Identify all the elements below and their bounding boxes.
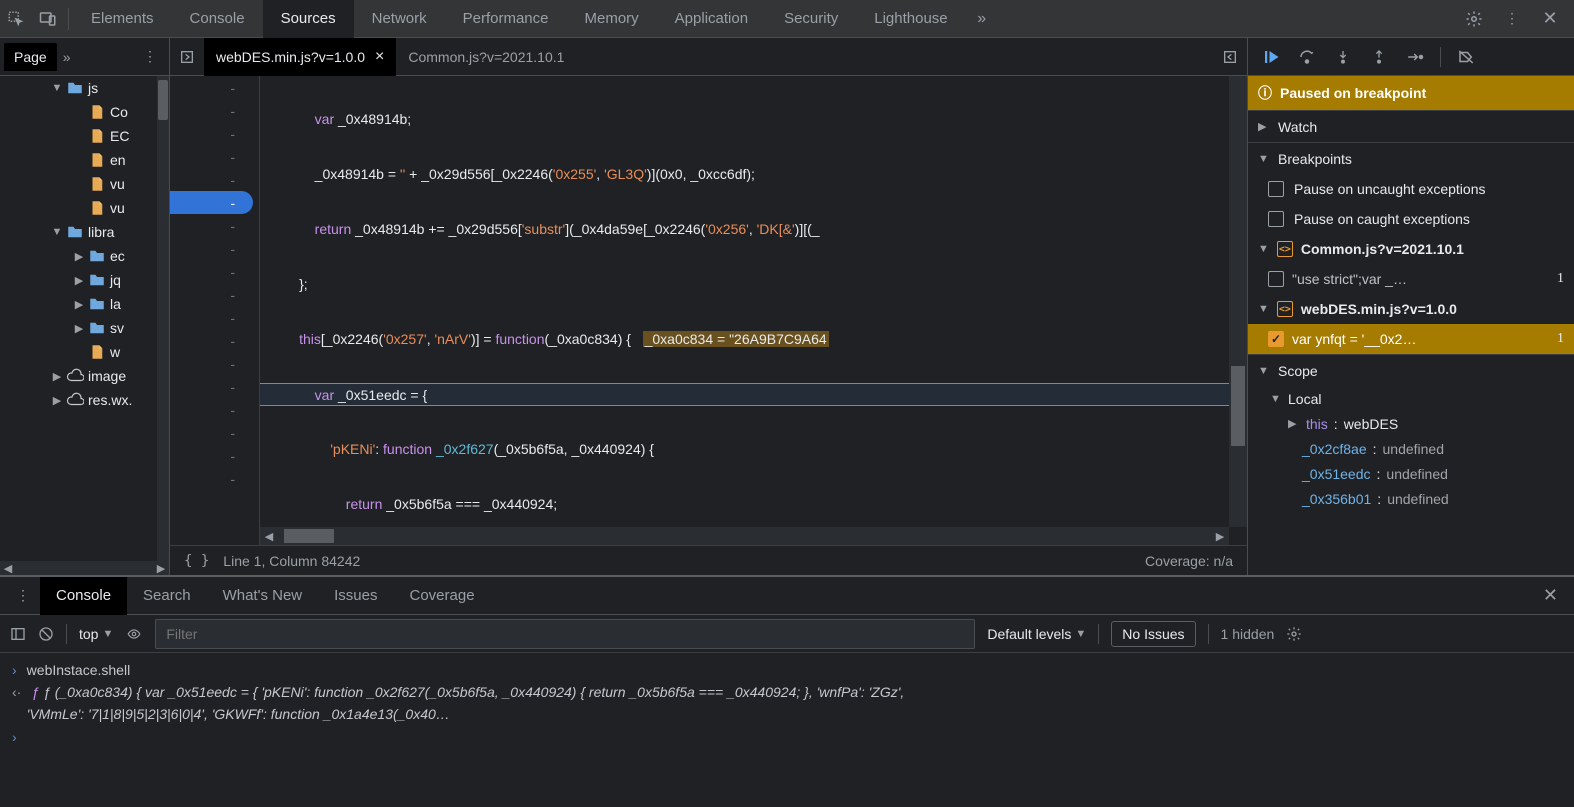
- more-tabs-icon[interactable]: »: [966, 0, 998, 38]
- scope-variable[interactable]: _0x356b01: undefined: [1248, 486, 1574, 511]
- debugger-sidebar: ⓘ Paused on breakpoint ▶Watch ▼Breakpoin…: [1248, 38, 1574, 575]
- breakpoint-entry[interactable]: var ynfqt = '__0x2…1: [1248, 324, 1574, 354]
- drawer-tab-coverage[interactable]: Coverage: [394, 577, 491, 615]
- drawer-close-icon[interactable]: ✕: [1535, 585, 1566, 606]
- page-tab[interactable]: Page: [4, 43, 57, 71]
- tree-item[interactable]: Co: [0, 100, 157, 124]
- drawer-tab-search[interactable]: Search: [127, 577, 207, 615]
- console-filter-input[interactable]: [155, 619, 975, 649]
- source-editor: webDES.min.js?v=1.0.0×Common.js?v=2021.1…: [170, 38, 1248, 575]
- pause-caught-checkbox[interactable]: Pause on caught exceptions: [1248, 204, 1574, 234]
- drawer-menu-icon[interactable]: ⋮: [8, 587, 38, 604]
- clear-console-icon[interactable]: [38, 626, 54, 642]
- context-selector[interactable]: top▼: [79, 626, 113, 642]
- resume-icon[interactable]: [1256, 42, 1286, 72]
- editor-status-bar: { } Line 1, Column 84242 Coverage: n/a: [170, 545, 1247, 575]
- step-into-icon[interactable]: [1328, 42, 1358, 72]
- tree-item[interactable]: ▶jq: [0, 268, 157, 292]
- code-scrollbar-vertical[interactable]: [1229, 76, 1247, 527]
- coverage-status: Coverage: n/a: [1145, 553, 1233, 569]
- pretty-print-icon[interactable]: { }: [184, 553, 209, 569]
- deactivate-breakpoints-icon[interactable]: [1451, 42, 1481, 72]
- line-gutter[interactable]: ------------------: [170, 76, 260, 545]
- step-over-icon[interactable]: [1292, 42, 1322, 72]
- scope-local-header[interactable]: ▼Local: [1248, 386, 1574, 411]
- toggle-debugger-icon[interactable]: [1213, 38, 1247, 76]
- debugger-toolbar: [1248, 38, 1574, 76]
- scope-pane-header[interactable]: ▼Scope: [1248, 354, 1574, 386]
- step-out-icon[interactable]: [1364, 42, 1394, 72]
- navigator-more-icon[interactable]: »: [63, 49, 71, 65]
- panel-tab-console[interactable]: Console: [172, 0, 263, 38]
- console-output[interactable]: ›webInstace.shell ‹·ƒ ƒ (_0xa0c834) { va…: [0, 653, 1574, 807]
- panel-tab-application[interactable]: Application: [657, 0, 766, 38]
- settings-icon[interactable]: [1458, 0, 1490, 38]
- step-icon[interactable]: [1400, 42, 1430, 72]
- drawer: ⋮ ConsoleSearchWhat's NewIssuesCoverage …: [0, 575, 1574, 807]
- close-devtools-icon[interactable]: ✕: [1534, 0, 1566, 38]
- close-tab-icon[interactable]: ×: [375, 48, 384, 66]
- log-levels-dropdown[interactable]: Default levels▼: [987, 626, 1086, 642]
- hidden-messages: 1 hidden: [1221, 626, 1275, 642]
- breakpoint-file-header[interactable]: ▼<>webDES.min.js?v=1.0.0: [1248, 294, 1574, 324]
- console-toolbar: top▼ Default levels▼ No Issues 1 hidden: [0, 615, 1574, 653]
- pause-uncaught-checkbox[interactable]: Pause on uncaught exceptions: [1248, 174, 1574, 204]
- tree-item[interactable]: ▶la: [0, 292, 157, 316]
- drawer-tab-console[interactable]: Console: [40, 577, 127, 615]
- file-tab[interactable]: Common.js?v=2021.10.1: [396, 38, 576, 76]
- tree-item[interactable]: ▼js: [0, 76, 157, 100]
- kebab-menu-icon[interactable]: ⋮: [1496, 0, 1528, 38]
- panel-tab-performance[interactable]: Performance: [445, 0, 567, 38]
- console-settings-icon[interactable]: [1286, 626, 1302, 642]
- scope-this[interactable]: ▶this: webDES: [1248, 411, 1574, 436]
- panel-tab-network[interactable]: Network: [354, 0, 445, 38]
- tree-item[interactable]: en: [0, 148, 157, 172]
- tree-item[interactable]: ▶image: [0, 364, 157, 388]
- code-area[interactable]: var _0x48914b; _0x48914b = '' + _0x29d55…: [260, 76, 1247, 545]
- inspect-icon[interactable]: [0, 0, 32, 38]
- tree-item[interactable]: vu: [0, 172, 157, 196]
- tree-scrollbar-horizontal[interactable]: ◀▶: [0, 561, 169, 575]
- drawer-tab-what-s-new[interactable]: What's New: [207, 577, 319, 615]
- panel-tab-lighthouse[interactable]: Lighthouse: [856, 0, 965, 38]
- navigate-history-icon[interactable]: [170, 38, 204, 76]
- navigator-menu-icon[interactable]: ⋮: [135, 48, 165, 65]
- panel-tab-elements[interactable]: Elements: [73, 0, 172, 38]
- device-toggle-icon[interactable]: [32, 0, 64, 38]
- scope-variable[interactable]: _0x51eedc: undefined: [1248, 461, 1574, 486]
- breakpoint-entry[interactable]: "use strict";var _…1: [1248, 264, 1574, 294]
- breakpoint-file-header[interactable]: ▼<>Common.js?v=2021.10.1: [1248, 234, 1574, 264]
- watch-pane-header[interactable]: ▶Watch: [1248, 110, 1574, 142]
- file-tree: ▼jsCoECenvuvu▼libra▶ec▶jq▶la▶svw▶image▶r…: [0, 76, 169, 561]
- tree-item[interactable]: ▶sv: [0, 316, 157, 340]
- tree-item[interactable]: vu: [0, 196, 157, 220]
- console-sidebar-toggle-icon[interactable]: [10, 626, 26, 642]
- scope-variable[interactable]: _0x2cf8ae: undefined: [1248, 436, 1574, 461]
- tree-scrollbar-vertical[interactable]: [157, 76, 169, 561]
- panel-tab-memory[interactable]: Memory: [567, 0, 657, 38]
- tree-item[interactable]: EC: [0, 124, 157, 148]
- panel-tab-security[interactable]: Security: [766, 0, 856, 38]
- devtools-main-tabs: ElementsConsoleSourcesNetworkPerformance…: [0, 0, 1574, 38]
- tree-item[interactable]: ▶res.wx.: [0, 388, 157, 412]
- panel-tab-sources[interactable]: Sources: [263, 0, 354, 38]
- live-expression-icon[interactable]: [125, 627, 143, 641]
- tree-item[interactable]: w: [0, 340, 157, 364]
- tree-item[interactable]: ▼libra: [0, 220, 157, 244]
- paused-banner: ⓘ Paused on breakpoint: [1248, 76, 1574, 110]
- sources-navigator: Page » ⋮ ▼jsCoECenvuvu▼libra▶ec▶jq▶la▶sv…: [0, 38, 170, 575]
- file-tab[interactable]: webDES.min.js?v=1.0.0×: [204, 38, 396, 76]
- info-icon: ⓘ: [1258, 83, 1272, 103]
- issues-button[interactable]: No Issues: [1111, 621, 1195, 647]
- drawer-tab-issues[interactable]: Issues: [318, 577, 393, 615]
- breakpoints-pane-header[interactable]: ▼Breakpoints: [1248, 142, 1574, 174]
- cursor-position: Line 1, Column 84242: [223, 553, 360, 569]
- code-scrollbar-horizontal[interactable]: ◀▶: [260, 527, 1229, 545]
- tree-item[interactable]: ▶ec: [0, 244, 157, 268]
